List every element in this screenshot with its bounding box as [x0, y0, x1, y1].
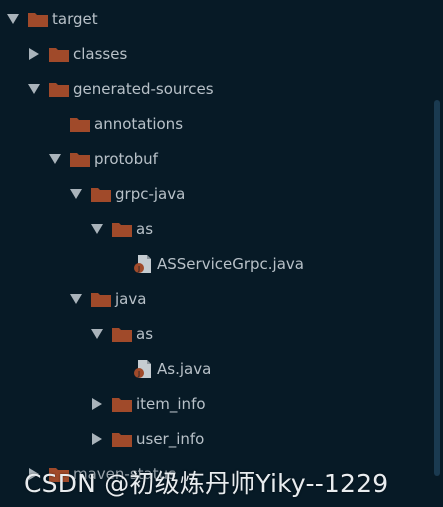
folder-icon	[91, 187, 111, 202]
folder-icon	[28, 12, 48, 27]
tree-item-item-info[interactable]: item_info	[0, 386, 430, 421]
chevron-right-icon[interactable]	[90, 397, 104, 411]
folder-icon	[112, 432, 132, 447]
folder-icon	[49, 47, 69, 62]
tree-item-label: As.java	[157, 359, 212, 378]
svg-text:J: J	[137, 265, 140, 273]
tree-item-protobuf[interactable]: protobuf	[0, 141, 430, 176]
folder-icon	[112, 397, 132, 412]
folder-icon	[112, 222, 132, 237]
tree-item-label: as	[136, 219, 154, 238]
tree-item-java[interactable]: java	[0, 281, 430, 316]
chevron-down-icon[interactable]	[48, 152, 62, 166]
tree-item-label: annotations	[94, 114, 184, 133]
folder-icon	[70, 117, 90, 132]
tree-item-target[interactable]: target	[0, 1, 430, 36]
tree-item-label: user_info	[136, 429, 205, 448]
chevron-right-icon[interactable]	[27, 47, 41, 61]
tree-item-generated-sources[interactable]: generated-sources	[0, 71, 430, 106]
chevron-down-icon[interactable]	[6, 12, 20, 26]
tree-item-as[interactable]: as	[0, 316, 430, 351]
java-file-icon: J	[134, 359, 151, 378]
tree-item-label: classes	[73, 44, 128, 63]
tree-item-label: grpc-java	[115, 184, 186, 203]
project-file-tree: target classes generated-sources annotat…	[0, 0, 443, 507]
folder-icon	[70, 152, 90, 167]
tree-item-label: target	[52, 9, 98, 28]
tree-item-as-java[interactable]: J As.java	[0, 351, 430, 386]
tree-item-annotations[interactable]: annotations	[0, 106, 430, 141]
vertical-scrollbar[interactable]	[434, 100, 440, 476]
tree-item-asservicegrpc-java[interactable]: J ASServiceGrpc.java	[0, 246, 430, 281]
folder-icon	[49, 82, 69, 97]
tree-item-label: as	[136, 324, 154, 343]
tree-item-label: protobuf	[94, 149, 158, 168]
csdn-watermark: CSDN @初级炼丹师Yiky--1229	[24, 469, 389, 498]
tree-item-grpc-java[interactable]: grpc-java	[0, 176, 430, 211]
chevron-down-icon[interactable]	[90, 222, 104, 236]
chevron-right-icon[interactable]	[90, 432, 104, 446]
chevron-down-icon[interactable]	[69, 292, 83, 306]
svg-text:J: J	[137, 370, 140, 378]
folder-icon	[91, 292, 111, 307]
tree-item-label: item_info	[136, 394, 206, 413]
tree-item-as[interactable]: as	[0, 211, 430, 246]
folder-icon	[112, 327, 132, 342]
tree-item-label: java	[115, 289, 147, 308]
java-file-icon: J	[134, 254, 151, 273]
tree-item-label: ASServiceGrpc.java	[157, 254, 304, 273]
chevron-down-icon[interactable]	[69, 187, 83, 201]
chevron-down-icon[interactable]	[27, 82, 41, 96]
tree-item-classes[interactable]: classes	[0, 36, 430, 71]
tree-item-label: generated-sources	[73, 79, 214, 98]
tree-item-user-info[interactable]: user_info	[0, 421, 430, 456]
chevron-down-icon[interactable]	[90, 327, 104, 341]
